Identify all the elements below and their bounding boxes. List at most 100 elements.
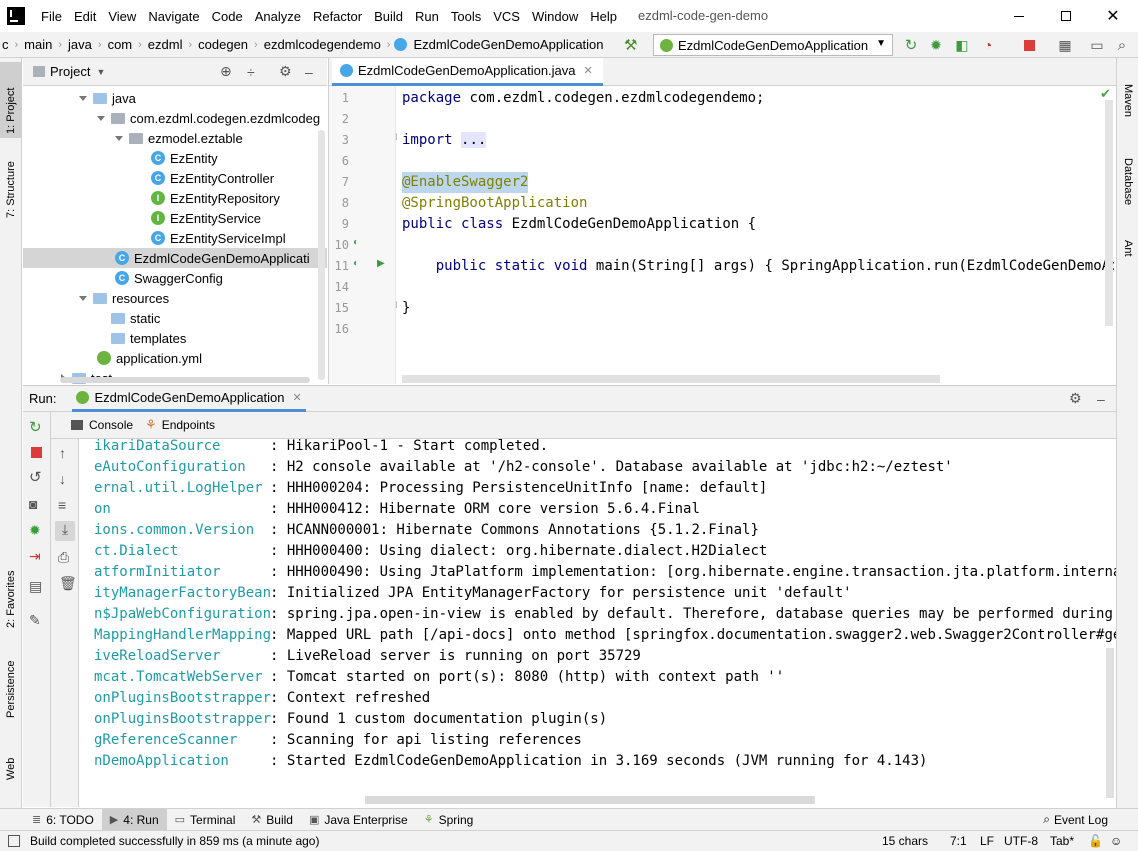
close-icon[interactable]: ✕ xyxy=(293,391,302,404)
editor-vscrollbar[interactable] xyxy=(1105,100,1113,326)
chevron-down-icon[interactable] xyxy=(79,295,87,301)
profile-icon[interactable]: ◔ xyxy=(976,33,1000,57)
tree-item[interactable]: C EzEntityController xyxy=(151,168,274,188)
bean-icon[interactable]: ◐ xyxy=(353,258,359,269)
tree-item[interactable]: application.yml xyxy=(97,348,202,368)
tab-persistence-label[interactable]: Persistence xyxy=(5,661,17,718)
menu-item-file[interactable]: File xyxy=(35,9,68,24)
tab-run[interactable]: ▶ 4: Run xyxy=(101,808,167,831)
menu-item-code[interactable]: Code xyxy=(206,9,249,24)
hide-icon[interactable]: – xyxy=(305,64,313,80)
rerun-icon[interactable]: ↻ xyxy=(29,418,42,436)
code-line[interactable]: import ... xyxy=(402,130,487,151)
console-line[interactable]: n$JpaWebConfiguration: spring.jpa.open-i… xyxy=(94,604,1116,625)
tree-item[interactable]: C EzdmlCodeGenDemoApplicati xyxy=(23,248,327,268)
menu-item-navigate[interactable]: Navigate xyxy=(142,9,205,24)
maximize-button[interactable] xyxy=(1043,0,1089,32)
rerun-icon[interactable]: ↻ xyxy=(899,33,923,57)
tree-hscrollbar[interactable] xyxy=(60,377,310,383)
breadcrumb-item[interactable]: com xyxy=(106,37,135,52)
status-position[interactable]: 7:1 xyxy=(950,834,967,848)
console-line[interactable]: mcat.TomcatWebServer: Tomcat started on … xyxy=(94,667,784,688)
tree-item[interactable]: C EzEntity xyxy=(151,148,218,168)
gear-icon[interactable]: ⚙ xyxy=(1069,390,1082,407)
tree-item[interactable]: C SwaggerConfig xyxy=(115,268,223,288)
menu-item-window[interactable]: Window xyxy=(526,9,584,24)
code-line[interactable]: @EnableSwagger2 xyxy=(402,172,529,193)
console-line[interactable]: atformInitiator: HHH000490: Using JtaPla… xyxy=(94,562,1116,583)
restart-icon[interactable]: ↺ xyxy=(29,468,42,486)
menu-item-analyze[interactable]: Analyze xyxy=(249,9,307,24)
status-chars[interactable]: 15 chars xyxy=(882,834,928,848)
tab-build[interactable]: ⚒ Build xyxy=(243,809,301,831)
tab-ant-label[interactable]: Ant xyxy=(1122,240,1134,257)
chevron-down-icon[interactable] xyxy=(97,115,105,121)
console-line[interactable]: nDemoApplication: Started EzdmlCodeGenDe… xyxy=(94,751,927,772)
console-line[interactable]: ityManagerFactoryBean: Initialized JPA E… xyxy=(94,583,852,604)
console-line[interactable]: ions.common.Version: HCANN000001: Hibern… xyxy=(94,520,759,541)
tab-structure-label[interactable]: 7: Structure xyxy=(5,161,17,218)
status-square-icon[interactable] xyxy=(8,835,20,847)
console-vscrollbar[interactable] xyxy=(1106,648,1114,798)
run-gutter-icon[interactable]: ▶ xyxy=(377,258,385,269)
breadcrumb-item[interactable]: ezdmlcodegendemo xyxy=(262,37,383,52)
menu-item-tools[interactable]: Tools xyxy=(445,9,487,24)
code-line[interactable]: @SpringBootApplication xyxy=(402,193,587,214)
console-line[interactable]: on: HHH000412: Hibernate ORM core versio… xyxy=(94,499,700,520)
console-line[interactable]: ct.Dialect: HHH000400: Using dialect: or… xyxy=(94,541,767,562)
tree-item[interactable]: static xyxy=(97,308,160,328)
breadcrumb-item[interactable]: c xyxy=(0,37,11,52)
debug-icon[interactable]: ✹ xyxy=(924,33,948,57)
code-editor[interactable]: package com.ezdml.codegen.ezdmlcodegende… xyxy=(397,86,1114,384)
tree-item[interactable]: templates xyxy=(97,328,186,348)
tab-endpoints[interactable]: ⚘ Endpoints xyxy=(139,412,221,439)
stop-icon[interactable] xyxy=(31,447,42,458)
login-icon[interactable]: ⇥ xyxy=(29,548,41,565)
tab-terminal[interactable]: ▭ Terminal xyxy=(167,809,244,831)
tree-item[interactable]: ezmodel.eztable xyxy=(115,128,243,148)
stop-icon[interactable] xyxy=(1017,33,1041,57)
minimize-button[interactable] xyxy=(996,0,1042,32)
menu-item-run[interactable]: Run xyxy=(409,9,445,24)
tree-item[interactable]: I EzEntityRepository xyxy=(151,188,280,208)
tab-maven-label[interactable]: Maven xyxy=(1122,84,1134,117)
menu-item-refactor[interactable]: Refactor xyxy=(307,9,368,24)
menu-item-help[interactable]: Help xyxy=(584,9,623,24)
console-hscrollbar[interactable] xyxy=(365,796,815,804)
code-line[interactable]: public class EzdmlCodeGenDemoApplication… xyxy=(402,214,756,235)
bean-icon[interactable]: ◐ xyxy=(353,237,359,248)
event-log-button[interactable]: ⌕ Event Log xyxy=(1043,812,1108,827)
build-icon[interactable]: ⚒ xyxy=(624,36,637,54)
locate-icon[interactable]: ⊕ xyxy=(220,63,232,80)
trash-icon[interactable]: 🗑 xyxy=(59,575,77,592)
menu-item-build[interactable]: Build xyxy=(368,9,409,24)
menu-item-vcs[interactable]: VCS xyxy=(487,9,526,24)
breadcrumb-item[interactable]: ezdml xyxy=(146,37,185,52)
chevron-down-icon[interactable] xyxy=(79,95,87,101)
breadcrumb-item[interactable]: main xyxy=(22,37,54,52)
breadcrumb-item[interactable]: EzdmlCodeGenDemoApplication xyxy=(411,37,605,52)
search-icon[interactable]: ⌕ xyxy=(1110,33,1134,57)
chevron-down-icon[interactable]: ▼ xyxy=(96,67,105,77)
camera-icon[interactable]: ◙ xyxy=(29,496,37,512)
project-structure-icon[interactable]: ▦ xyxy=(1053,33,1077,57)
close-icon[interactable]: ✕ xyxy=(584,64,593,77)
hide-icon[interactable]: – xyxy=(1097,391,1105,407)
tab-spring[interactable]: ⚘ Spring xyxy=(416,809,482,831)
breadcrumb-item[interactable]: java xyxy=(66,37,94,52)
soft-wrap-icon[interactable]: ≡ xyxy=(58,497,66,513)
console-line[interactable]: MappingHandlerMapping: Mapped URL path [… xyxy=(94,625,1116,646)
debug-icon[interactable]: ✹ xyxy=(29,522,41,539)
presentation-icon[interactable]: ▭ xyxy=(1085,33,1109,57)
inspection-icon[interactable]: ☺ xyxy=(1110,834,1122,848)
tab-javaee[interactable]: ▣ Java Enterprise xyxy=(301,809,416,831)
menu-item-view[interactable]: View xyxy=(102,9,142,24)
tree-item[interactable]: I EzEntityService xyxy=(151,208,261,228)
code-line[interactable]: package com.ezdml.codegen.ezdmlcodegende… xyxy=(402,88,764,109)
editor-tab-active[interactable]: EzdmlCodeGenDemoApplication.java ✕ xyxy=(332,58,603,86)
project-panel-title[interactable]: Project xyxy=(50,64,90,79)
code-line[interactable]: } xyxy=(402,298,410,319)
scroll-end-icon[interactable]: ⤓ xyxy=(55,521,75,541)
pin-icon[interactable]: ✎ xyxy=(29,612,41,629)
status-message[interactable]: Build completed successfully in 859 ms (… xyxy=(30,834,319,848)
